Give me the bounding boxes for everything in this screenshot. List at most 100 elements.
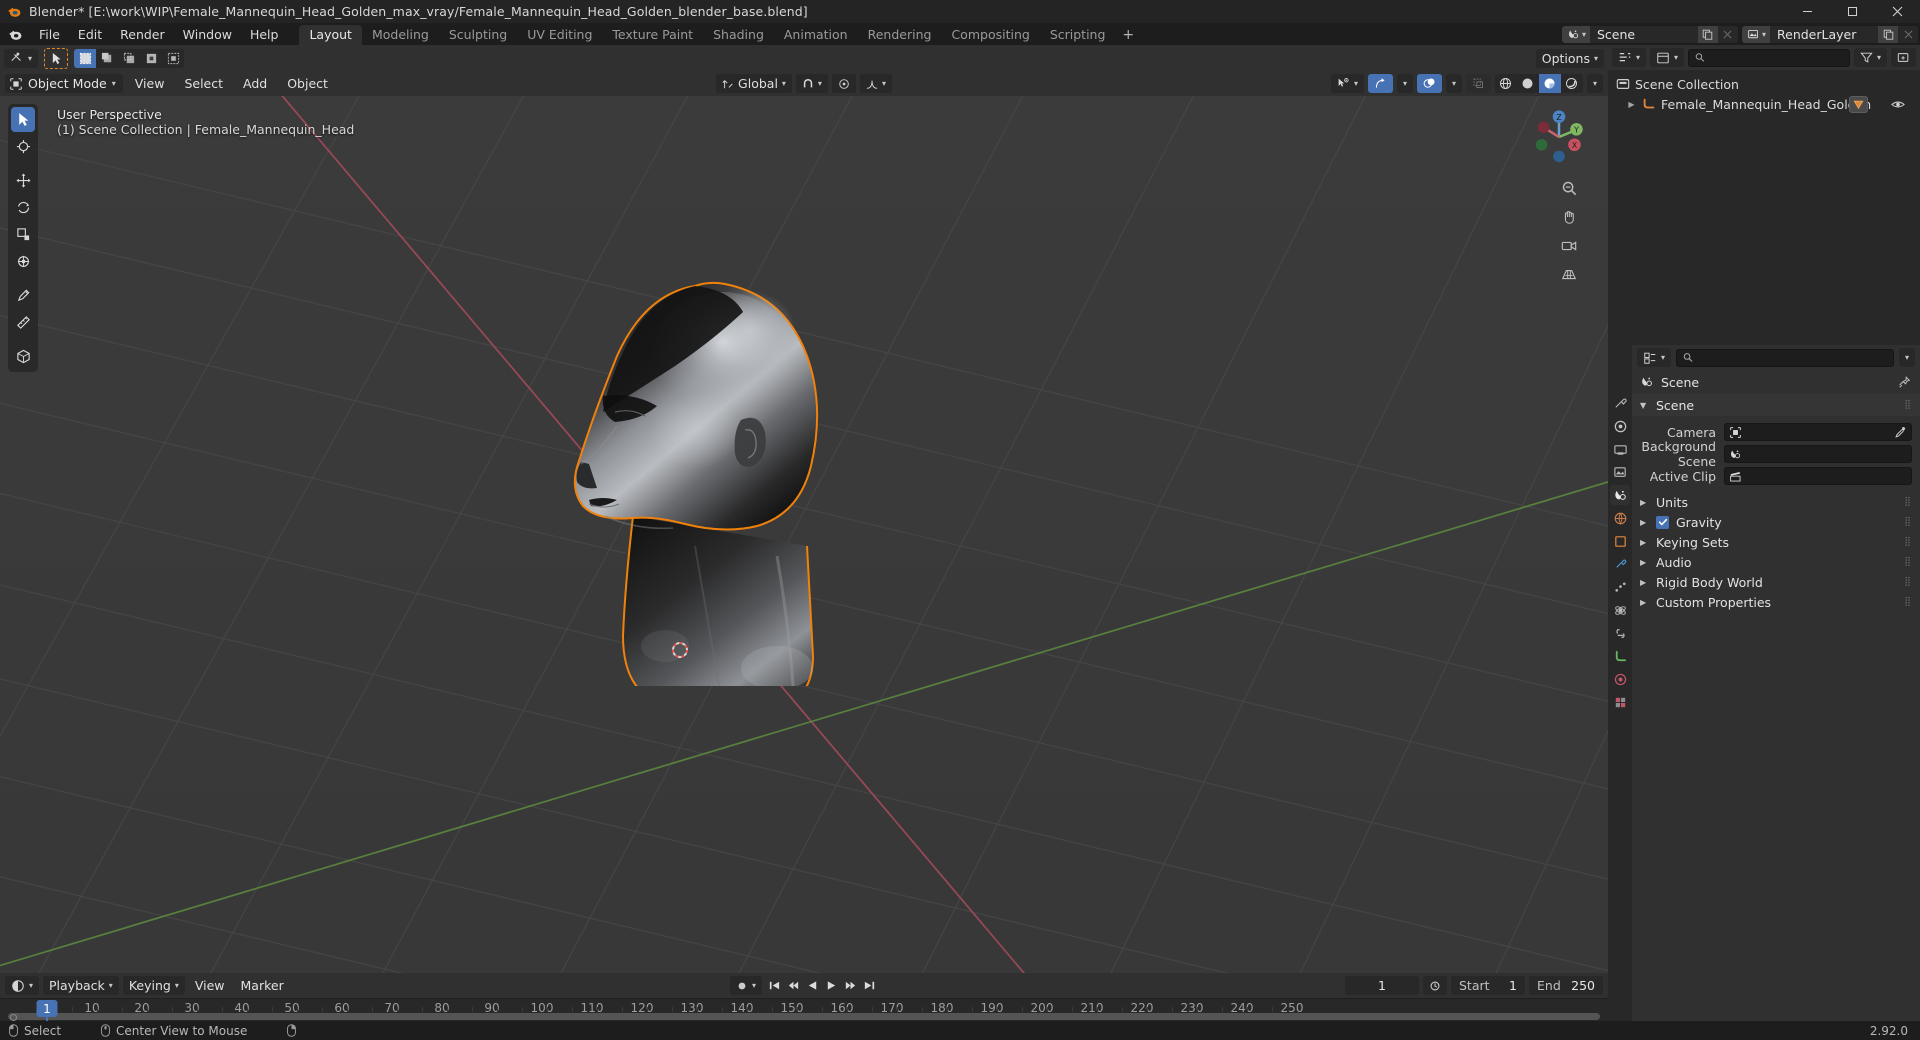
tool-add-cube[interactable] — [11, 344, 35, 369]
outliner-display-mode-button[interactable]: ▾ — [1650, 48, 1685, 67]
tab-rendering[interactable]: Rendering — [858, 25, 942, 45]
select-tool-active[interactable] — [44, 47, 69, 69]
properties-tab-physics[interactable] — [1610, 600, 1630, 620]
properties-tab-texture[interactable] — [1610, 692, 1630, 712]
properties-search-input[interactable] — [1698, 350, 1887, 365]
snap-magnet-toggle[interactable]: ▾ — [795, 74, 828, 93]
properties-options-button[interactable]: ▾ — [1898, 348, 1915, 367]
eyedropper-icon[interactable] — [1894, 426, 1907, 439]
chevron-right-icon[interactable]: ▶ — [1640, 558, 1649, 567]
viewport-menu-object[interactable]: Object — [279, 74, 336, 93]
tab-sculpting[interactable]: Sculpting — [439, 25, 517, 45]
properties-tab-tool[interactable] — [1610, 393, 1630, 413]
view-layer-selector[interactable]: ▾ RenderLayer — [1741, 25, 1918, 43]
previous-keyframe-button[interactable] — [784, 976, 802, 995]
object-data-badge-icon[interactable] — [1849, 95, 1868, 113]
tool-scale[interactable] — [11, 222, 35, 247]
add-workspace-button[interactable]: + — [1115, 25, 1141, 45]
section-gravity[interactable]: ▶ Gravity ⣿ — [1632, 512, 1920, 532]
menu-window[interactable]: Window — [174, 23, 241, 45]
tab-layout[interactable]: Layout — [299, 25, 362, 45]
chevron-down-icon[interactable]: ▼ — [1640, 401, 1649, 410]
chevron-right-icon[interactable]: ▶ — [1640, 518, 1649, 527]
properties-tab-scene[interactable] — [1610, 485, 1630, 505]
play-reverse-button[interactable] — [803, 976, 821, 995]
section-audio[interactable]: ▶ Audio ⣿ — [1632, 552, 1920, 572]
select-subtract-button[interactable] — [118, 48, 141, 68]
select-intersect-button[interactable] — [162, 48, 185, 68]
chevron-right-icon[interactable]: ▶ — [1640, 538, 1649, 547]
tab-texture-paint[interactable]: Texture Paint — [602, 25, 703, 45]
pan-hand-icon[interactable] — [1557, 205, 1580, 228]
visibility-selector[interactable]: ▾ — [1330, 74, 1364, 93]
gravity-checkbox[interactable] — [1656, 515, 1669, 529]
tool-annotate[interactable] — [11, 283, 35, 308]
menu-file[interactable]: File — [30, 23, 69, 45]
properties-tab-constraints[interactable] — [1610, 623, 1630, 643]
proportional-falloff-selector[interactable]: ▾ — [859, 74, 892, 93]
timeline-marker-menu[interactable]: Marker — [235, 976, 290, 995]
gizmo-options-chevron[interactable]: ▾ — [1396, 74, 1413, 93]
rendered-shading-button[interactable] — [1560, 74, 1583, 93]
jump-to-end-button[interactable] — [860, 976, 878, 995]
tab-animation[interactable]: Animation — [774, 25, 858, 45]
tool-move[interactable] — [11, 168, 35, 193]
tool-select-box[interactable] — [11, 107, 35, 132]
close-button[interactable] — [1875, 0, 1920, 23]
xray-toggle[interactable] — [1465, 74, 1491, 93]
properties-tab-render[interactable] — [1610, 416, 1630, 436]
timeline-ruler[interactable]: ▸ 10203040506070809010011012013014015016… — [0, 998, 1608, 1021]
properties-tab-world[interactable] — [1610, 508, 1630, 528]
viewport-menu-view[interactable]: View — [127, 74, 173, 93]
properties-tab-output[interactable] — [1610, 439, 1630, 459]
solid-shading-button[interactable] — [1516, 74, 1539, 93]
timeline-view-menu[interactable]: View — [189, 976, 231, 995]
tab-shading[interactable]: Shading — [703, 25, 774, 45]
outliner-search-input[interactable] — [1709, 50, 1843, 65]
tab-uv-editing[interactable]: UV Editing — [517, 25, 602, 45]
shading-options-chevron[interactable]: ▾ — [1586, 74, 1603, 93]
section-keying-sets[interactable]: ▶ Keying Sets ⣿ — [1632, 532, 1920, 552]
overlays-toggle[interactable] — [1416, 74, 1442, 93]
properties-tab-material[interactable] — [1610, 669, 1630, 689]
select-extend-button[interactable] — [96, 48, 119, 68]
active-clip-field[interactable] — [1724, 467, 1912, 485]
play-button[interactable] — [822, 976, 840, 995]
chevron-right-icon[interactable]: ▶ — [1640, 578, 1649, 587]
pin-icon[interactable] — [1898, 375, 1911, 389]
mode-selector[interactable]: Object Mode ▾ — [5, 74, 123, 93]
chevron-right-icon[interactable]: ▶ — [1640, 598, 1649, 607]
next-keyframe-button[interactable] — [841, 976, 859, 995]
remove-view-layer-button[interactable] — [1898, 25, 1918, 43]
navigation-gizmo[interactable]: Z Y X — [1528, 106, 1590, 168]
viewport-menu-add[interactable]: Add — [235, 74, 275, 93]
overlays-options-chevron[interactable]: ▾ — [1445, 74, 1462, 93]
timeline-editor-type-button[interactable]: ▾ — [5, 976, 40, 995]
tool-measure[interactable] — [11, 310, 35, 335]
keyframe-insert-icon[interactable] — [1423, 976, 1447, 995]
mannequin-head-model[interactable] — [545, 216, 865, 686]
menu-edit[interactable]: Edit — [69, 23, 111, 45]
transform-orientation-selector[interactable]: Global ▾ — [716, 74, 792, 93]
end-frame-field[interactable]: End 250 — [1529, 976, 1603, 995]
outliner-row-object[interactable]: ▶ Female_Mannequin_Head_Golden — [1608, 94, 1920, 114]
outliner-new-collection-button[interactable] — [1891, 48, 1916, 67]
editor-type-button[interactable]: ▾ — [4, 48, 39, 68]
section-units[interactable]: ▶ Units ⣿ — [1632, 492, 1920, 512]
timeline-playhead[interactable]: 1 — [36, 1000, 58, 1017]
scene-panel-header[interactable]: ▼ Scene ⣿ — [1632, 394, 1920, 416]
maximize-button[interactable] — [1830, 0, 1875, 23]
properties-editor-type-button[interactable]: ▾ — [1637, 348, 1672, 367]
outliner-filter-button[interactable]: ▾ — [1853, 48, 1887, 67]
properties-tab-modifiers[interactable] — [1610, 554, 1630, 574]
new-scene-button[interactable] — [1697, 25, 1718, 43]
zoom-icon[interactable] — [1557, 176, 1580, 199]
material-preview-button[interactable] — [1538, 74, 1561, 93]
jump-to-start-button[interactable] — [765, 976, 783, 995]
background-scene-field[interactable] — [1724, 445, 1912, 463]
tab-scripting[interactable]: Scripting — [1040, 25, 1116, 45]
menu-help[interactable]: Help — [241, 23, 288, 45]
properties-search-box[interactable] — [1676, 348, 1894, 367]
unlink-scene-button[interactable] — [1717, 25, 1738, 43]
properties-tab-object-data[interactable] — [1610, 646, 1630, 666]
